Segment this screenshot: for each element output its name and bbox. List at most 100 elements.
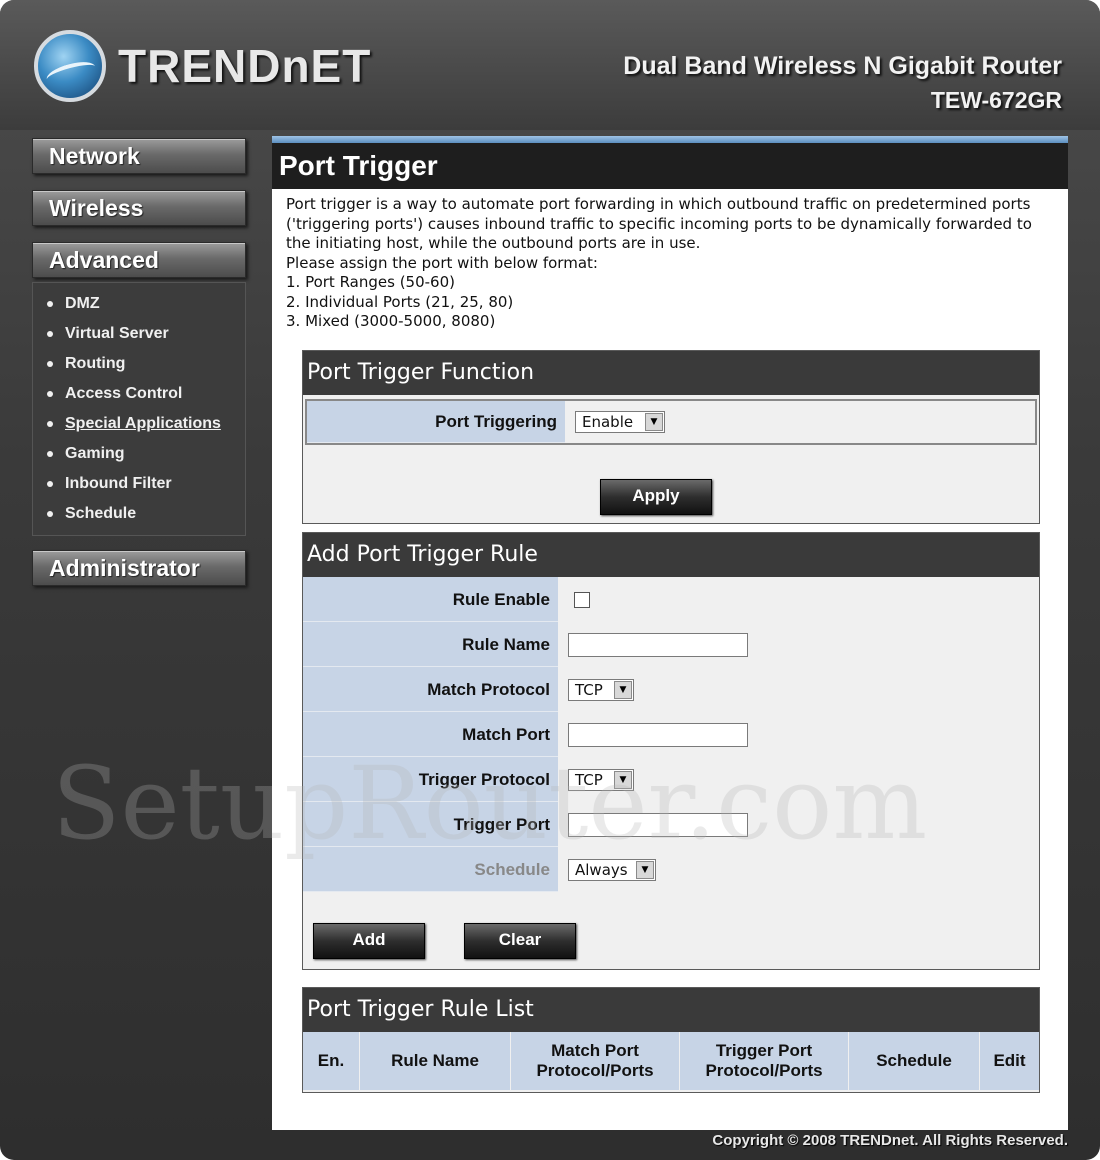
match-protocol-label: Match Protocol: [303, 667, 558, 712]
sidebar-item-label: Access Control: [65, 385, 183, 402]
sidebar-item-label: Special Applications: [65, 415, 221, 432]
sidebar: Network Wireless Advanced DMZ Virtual Se…: [32, 138, 246, 602]
trigger-port-input[interactable]: [568, 812, 748, 837]
sidebar-item-inbound-filter[interactable]: Inbound Filter: [33, 469, 245, 499]
advanced-submenu: DMZ Virtual Server Routing Access Contro…: [32, 282, 246, 536]
section-title: Add Port Trigger Rule: [303, 533, 1039, 577]
page-title: Port Trigger: [272, 143, 1068, 189]
sidebar-item-special-applications[interactable]: Special Applications: [33, 409, 245, 439]
intro-format-3: 3. Mixed (3000-5000, 8080): [286, 312, 496, 330]
port-triggering-label: Port Triggering: [307, 401, 565, 443]
trendnet-logo: TRENDnET: [34, 30, 371, 102]
trigger-protocol-cell: TCP ▼: [558, 757, 1039, 802]
rule-list-section: Port Trigger Rule List En. Rule Name Mat…: [302, 987, 1040, 1093]
sidebar-item-routing[interactable]: Routing: [33, 349, 245, 379]
rule-name-label: Rule Name: [303, 622, 558, 667]
match-port-cell: [558, 712, 1039, 757]
main-panel: Port Trigger Port trigger is a way to au…: [272, 136, 1068, 1130]
column-edit: Edit: [993, 1051, 1026, 1070]
sidebar-item-dmz[interactable]: DMZ: [33, 289, 245, 319]
nav-advanced[interactable]: Advanced: [32, 242, 246, 278]
clear-button[interactable]: Clear: [464, 923, 576, 959]
trigger-protocol-label: Trigger Protocol: [303, 757, 558, 802]
bullet-icon: [47, 511, 53, 517]
dropdown-arrow-icon: ▼: [645, 413, 663, 431]
model-number: TEW-672GR: [930, 87, 1062, 113]
rule-name-input[interactable]: [568, 632, 748, 657]
column-rule-name: Rule Name: [359, 1032, 511, 1090]
copyright: Copyright © 2008 TRENDnet. All Rights Re…: [712, 1132, 1068, 1149]
bullet-icon: [47, 421, 53, 427]
schedule-cell: Always ▼: [558, 847, 1039, 892]
rule-enable-cell: [558, 577, 1039, 622]
intro-format-2: 2. Individual Ports (21, 25, 80): [286, 292, 514, 311]
select-value: TCP: [575, 680, 603, 699]
dropdown-arrow-icon: ▼: [614, 770, 632, 789]
add-rule-section: Add Port Trigger Rule Rule Enable Rule N…: [302, 532, 1040, 970]
sidebar-item-label: Gaming: [65, 445, 125, 462]
match-port-label: Match Port: [303, 712, 558, 757]
sidebar-item-gaming[interactable]: Gaming: [33, 439, 245, 469]
bullet-icon: [47, 391, 53, 397]
sidebar-item-label: Virtual Server: [65, 325, 169, 342]
apply-button[interactable]: Apply: [600, 479, 712, 515]
router-frame: TRENDnET Dual Band Wireless N Gigabit Ro…: [0, 0, 1100, 1160]
section-title: Port Trigger Function: [303, 351, 1039, 395]
port-trigger-function-section: Port Trigger Function Port Triggering En…: [302, 350, 1040, 524]
intro-format-1: 1. Port Ranges (50-60): [286, 273, 455, 291]
schedule-row: Schedule Always ▼: [303, 847, 1039, 892]
port-triggering-row: Port Triggering Enable ▼: [305, 399, 1037, 445]
match-port-input[interactable]: [568, 722, 748, 747]
sidebar-item-virtual-server[interactable]: Virtual Server: [33, 319, 245, 349]
table-header-row: En. Rule Name Match Port Protocol/Ports …: [303, 1032, 1039, 1090]
column-schedule: Schedule: [848, 1032, 980, 1090]
trigger-port-row: Trigger Port: [303, 802, 1039, 847]
nav-wireless[interactable]: Wireless: [32, 190, 246, 226]
product-line: Dual Band Wireless N Gigabit Router: [623, 52, 1062, 80]
trigger-port-label: Trigger Port: [303, 802, 558, 847]
port-triggering-value-cell: Enable ▼: [565, 401, 1035, 443]
intro-paragraph: Port trigger is a way to automate port f…: [286, 195, 1032, 252]
add-button[interactable]: Add: [313, 923, 425, 959]
rule-list-table: En. Rule Name Match Port Protocol/Ports …: [303, 1032, 1039, 1090]
dropdown-arrow-icon: ▼: [636, 860, 654, 879]
product-header: Dual Band Wireless N Gigabit Router TEW-…: [623, 52, 1062, 114]
bullet-icon: [47, 301, 53, 307]
rule-name-row: Rule Name: [303, 622, 1039, 667]
column-en: En.: [303, 1032, 360, 1090]
logo-text: TRENDnET: [118, 40, 372, 92]
sidebar-item-access-control[interactable]: Access Control: [33, 379, 245, 409]
schedule-select[interactable]: Always ▼: [568, 858, 656, 881]
intro-text: Port trigger is a way to automate port f…: [272, 189, 1068, 332]
main-accent-bar: [272, 136, 1068, 143]
trigger-port-cell: [558, 802, 1039, 847]
bullet-icon: [47, 331, 53, 337]
match-protocol-select[interactable]: TCP ▼: [568, 678, 634, 701]
sidebar-item-label: Inbound Filter: [65, 475, 172, 492]
logo-globe-icon: [34, 30, 106, 102]
match-protocol-row: Match Protocol TCP ▼: [303, 667, 1039, 712]
bullet-icon: [47, 451, 53, 457]
match-protocol-cell: TCP ▼: [558, 667, 1039, 712]
rule-enable-checkbox[interactable]: [574, 591, 590, 608]
trigger-protocol-select[interactable]: TCP ▼: [568, 768, 634, 791]
port-triggering-select[interactable]: Enable ▼: [575, 411, 665, 433]
nav-administrator[interactable]: Administrator: [32, 550, 246, 586]
rule-name-cell: [558, 622, 1039, 667]
column-trigger-port: Trigger Port Protocol/Ports: [679, 1032, 849, 1090]
rule-enable-label: Rule Enable: [303, 577, 558, 622]
schedule-label: Schedule: [303, 847, 558, 892]
column-match-port: Match Port Protocol/Ports: [510, 1032, 680, 1090]
sidebar-item-label: DMZ: [65, 295, 100, 312]
sidebar-item-schedule[interactable]: Schedule: [33, 499, 245, 529]
select-value: TCP: [575, 770, 603, 789]
sidebar-item-label: Schedule: [65, 505, 137, 522]
bullet-icon: [47, 361, 53, 367]
dropdown-arrow-icon: ▼: [614, 680, 632, 699]
section-title: Port Trigger Rule List: [303, 988, 1039, 1032]
select-value: Always: [575, 860, 628, 879]
bullet-icon: [47, 481, 53, 487]
trigger-protocol-row: Trigger Protocol TCP ▼: [303, 757, 1039, 802]
rule-enable-row: Rule Enable: [303, 577, 1039, 622]
nav-network[interactable]: Network: [32, 138, 246, 174]
